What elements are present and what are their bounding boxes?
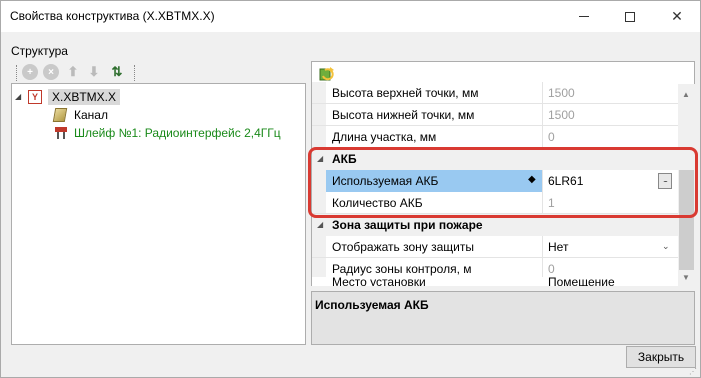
tree-item-label: Канал: [74, 108, 108, 122]
move-down-icon[interactable]: ⬇: [86, 64, 102, 80]
description-title: Используемая АКБ: [315, 298, 429, 312]
close-icon: ✕: [671, 8, 683, 24]
chevron-down-icon[interactable]: ⌄: [662, 241, 670, 252]
property-row[interactable]: Высота верхней точки, мм 1500: [312, 82, 678, 104]
description-panel: Используемая АКБ: [311, 291, 695, 345]
refresh-icon[interactable]: [319, 66, 335, 81]
property-row-install-place[interactable]: Место установки Помещение: [312, 277, 678, 286]
device-icon: Y: [28, 90, 42, 104]
property-row[interactable]: Отображать зону защиты Нет ⌄: [312, 236, 678, 258]
toolbar-separator: [134, 65, 136, 81]
structure-tree[interactable]: ◢ Y X.XBTMX.X Канал Шлейф №1: Радиоинтер…: [11, 83, 306, 345]
properties-dialog: Свойства конструктива (X.XBTMX.X) ✕ Стру…: [0, 0, 701, 378]
maximize-icon: [625, 11, 635, 22]
scroll-up-icon[interactable]: ▲: [682, 90, 690, 99]
close-button[interactable]: Закрыть: [626, 346, 696, 368]
property-value[interactable]: Нет: [548, 240, 568, 254]
delete-icon[interactable]: ×: [43, 64, 59, 80]
property-name: Отображать зону защиты: [332, 240, 474, 254]
tree-item-label: Шлейф №1: Радиоинтерфейс 2,4ГГц: [74, 126, 281, 140]
property-value: 1500: [548, 108, 575, 122]
loop-icon: [54, 126, 68, 140]
tree-item-channel[interactable]: Канал: [52, 106, 108, 124]
tree-item-loop[interactable]: Шлейф №1: Радиоинтерфейс 2,4ГГц: [54, 124, 281, 142]
property-row[interactable]: Высота нижней точки, мм 1500: [312, 104, 678, 126]
window-title: Свойства конструктива (X.XBTMX.X): [10, 9, 215, 23]
property-value: 0: [548, 130, 555, 144]
property-value: 0: [548, 262, 555, 276]
tree-root-label: X.XBTMX.X: [48, 89, 121, 105]
move-up-icon[interactable]: ⬆: [65, 64, 81, 80]
resize-grip-icon[interactable]: ⋰: [689, 367, 699, 377]
maximize-button[interactable]: [607, 1, 653, 32]
property-value[interactable]: Помещение: [548, 277, 615, 286]
structure-label: Структура: [11, 44, 68, 58]
scroll-down-icon[interactable]: ▼: [682, 273, 690, 282]
property-row[interactable]: Длина участка, мм 0: [312, 126, 678, 148]
structure-toolbar: + × ⬆ ⬇ ⇅: [11, 61, 306, 83]
add-icon[interactable]: +: [22, 64, 38, 80]
minimize-icon: [579, 16, 589, 17]
property-name: Длина участка, мм: [332, 130, 437, 144]
title-bar: Свойства конструктива (X.XBTMX.X) ✕: [1, 1, 700, 32]
category-title: Зона защиты при пожаре: [332, 218, 483, 232]
toolbar-grip: [16, 65, 18, 81]
property-toolbar: [312, 62, 678, 84]
minimize-button[interactable]: [561, 1, 607, 32]
highlight-annotation: [308, 147, 698, 218]
tree-root-item[interactable]: Y X.XBTMX.X: [28, 88, 121, 106]
collapse-icon[interactable]: ◢: [317, 220, 323, 229]
collapse-icon[interactable]: ◢: [15, 92, 21, 101]
close-window-button[interactable]: ✕: [654, 1, 700, 32]
channel-icon: [52, 108, 68, 122]
sort-icon[interactable]: ⇅: [109, 64, 125, 80]
property-value: 1500: [548, 86, 575, 100]
property-name: Радиус зоны контроля, м: [332, 262, 472, 276]
property-name: Высота нижней точки, мм: [332, 108, 475, 122]
property-name: Место установки: [332, 277, 426, 286]
property-name: Высота верхней точки, мм: [332, 86, 479, 100]
